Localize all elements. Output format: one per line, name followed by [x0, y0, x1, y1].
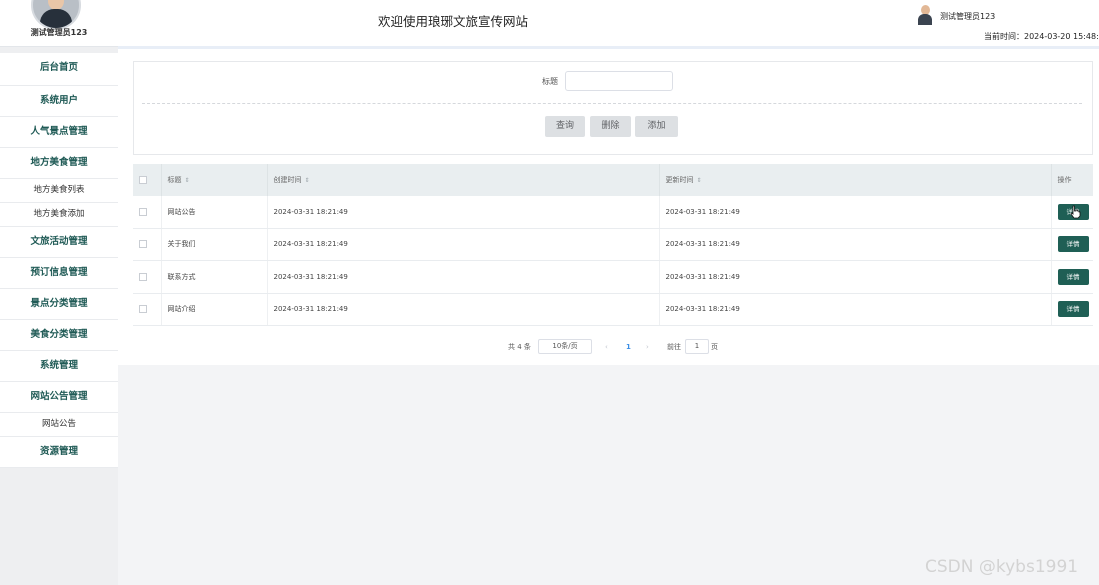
- col-updated[interactable]: 更新时间 ⇕: [659, 164, 1052, 196]
- hand-cursor-icon: [1070, 205, 1081, 219]
- select-all-cell: [133, 164, 162, 196]
- divider: [142, 103, 1082, 104]
- delete-button[interactable]: 删除: [590, 116, 631, 137]
- cell-title: 网站介绍: [161, 293, 268, 326]
- user-name[interactable]: 测试管理员123: [940, 11, 995, 22]
- sidebar-item-cultural-activities[interactable]: 文旅活动管理: [0, 227, 118, 258]
- search-panel: 标题 查询 删除 添加: [133, 61, 1093, 155]
- cell-title: 联系方式: [161, 260, 268, 294]
- cell-title: 关于我们: [161, 228, 268, 261]
- detail-button[interactable]: 详情: [1057, 236, 1089, 253]
- sidebar-item-system-settings[interactable]: 系统管理: [0, 351, 118, 382]
- title-filter-label: 标题: [542, 77, 558, 86]
- row-checkbox[interactable]: [139, 207, 147, 216]
- total-count: 共 4 条: [508, 343, 531, 351]
- sidebar-menu: 后台首页 系统用户 人气景点管理 地方美食管理 地方美食列表 地方美食添加 文旅…: [0, 53, 118, 468]
- sidebar-subitem-food-add[interactable]: 地方美食添加: [0, 203, 118, 227]
- sidebar-item-food-categories[interactable]: 美食分类管理: [0, 320, 118, 351]
- cell-updated: 2024-03-31 18:21:49: [659, 293, 1052, 326]
- next-page-icon[interactable]: ›: [646, 340, 649, 354]
- table-header-row: 标题 ⇕ 创建时间 ⇕ 更新时间 ⇕ 操作: [133, 164, 1093, 196]
- sidebar-item-resources[interactable]: 资源管理: [0, 437, 118, 468]
- goto-suffix: 页: [711, 343, 718, 351]
- cell-created: 2024-03-31 18:21:49: [267, 293, 660, 326]
- select-all-checkbox[interactable]: [139, 176, 147, 184]
- query-button[interactable]: 查询: [545, 116, 585, 137]
- cell-created: 2024-03-31 18:21:49: [267, 260, 660, 294]
- cell-created: 2024-03-31 18:21:49: [267, 228, 660, 261]
- cell-updated: 2024-03-31 18:21:49: [659, 260, 1052, 294]
- table-row: 网站公告 2024-03-31 18:21:49 2024-03-31 18:2…: [133, 196, 1093, 229]
- cell-created: 2024-03-31 18:21:49: [267, 196, 660, 229]
- row-checkbox[interactable]: [139, 272, 147, 281]
- sidebar-item-dashboard[interactable]: 后台首页: [0, 53, 118, 86]
- sort-icon[interactable]: ⇕: [185, 177, 190, 184]
- table-row: 联系方式 2024-03-31 18:21:49 2024-03-31 18:2…: [133, 260, 1093, 294]
- table-row: 关于我们 2024-03-31 18:21:49 2024-03-31 18:2…: [133, 228, 1093, 261]
- main-content: 标题 查询 删除 添加 标题 ⇕ 创建时间 ⇕ 更新时间 ⇕ 操作 网站公告 2024…: [118, 49, 1099, 365]
- sidebar-subitem-announcement[interactable]: 网站公告: [0, 413, 118, 437]
- cell-updated: 2024-03-31 18:21:49: [659, 228, 1052, 261]
- sidebar-item-attraction-categories[interactable]: 景点分类管理: [0, 289, 118, 320]
- sidebar-item-popular-attractions[interactable]: 人气景点管理: [0, 117, 118, 148]
- avatar: [31, 0, 81, 30]
- sidebar-profile: 测试管理员123: [0, 0, 118, 47]
- row-checkbox[interactable]: [139, 305, 147, 314]
- user-avatar-icon[interactable]: [918, 5, 932, 25]
- sidebar-subitem-food-list[interactable]: 地方美食列表: [0, 179, 118, 203]
- page-size-select[interactable]: 10条/页: [538, 339, 592, 354]
- sidebar-item-system-users[interactable]: 系统用户: [0, 86, 118, 117]
- watermark: CSDN @kybs1991: [925, 557, 1079, 577]
- data-table: 标题 ⇕ 创建时间 ⇕ 更新时间 ⇕ 操作 网站公告 2024-03-31 18:21…: [133, 164, 1093, 326]
- page-number[interactable]: 1: [626, 340, 631, 354]
- table-row: 网站介绍 2024-03-31 18:21:49 2024-03-31 18:2…: [133, 293, 1093, 326]
- cell-title: 网站公告: [161, 196, 268, 229]
- sidebar-item-local-food[interactable]: 地方美食管理: [0, 148, 118, 179]
- add-button[interactable]: 添加: [635, 116, 678, 137]
- sort-icon[interactable]: ⇕: [305, 177, 310, 184]
- current-time: 当前时间：2024-03-20 15:48:2: [984, 32, 1099, 41]
- detail-button[interactable]: 详情: [1057, 301, 1089, 318]
- detail-button[interactable]: 详情: [1057, 268, 1089, 285]
- goto-label: 前往: [667, 343, 681, 351]
- prev-page-icon[interactable]: ‹: [605, 340, 608, 354]
- page-title: 欢迎使用琅琊文旅宣传网站: [378, 14, 529, 29]
- col-created[interactable]: 创建时间 ⇕: [267, 164, 660, 196]
- sidebar-item-announcements[interactable]: 网站公告管理: [0, 382, 118, 413]
- sidebar: 测试管理员123 后台首页 系统用户 人气景点管理 地方美食管理 地方美食列表 …: [0, 0, 118, 585]
- col-title[interactable]: 标题 ⇕: [161, 164, 268, 196]
- title-search-input[interactable]: [565, 71, 673, 91]
- goto-page-input[interactable]: 1: [685, 339, 709, 354]
- profile-name: 测试管理员123: [30, 28, 88, 37]
- cell-updated: 2024-03-31 18:21:49: [659, 196, 1052, 229]
- row-checkbox[interactable]: [139, 240, 147, 249]
- col-actions: 操作: [1051, 164, 1093, 196]
- top-header: 欢迎使用琅琊文旅宣传网站 测试管理员123 当前时间：2024-03-20 15…: [118, 0, 1099, 46]
- sidebar-item-bookings[interactable]: 预订信息管理: [0, 258, 118, 289]
- sort-icon[interactable]: ⇕: [697, 177, 702, 184]
